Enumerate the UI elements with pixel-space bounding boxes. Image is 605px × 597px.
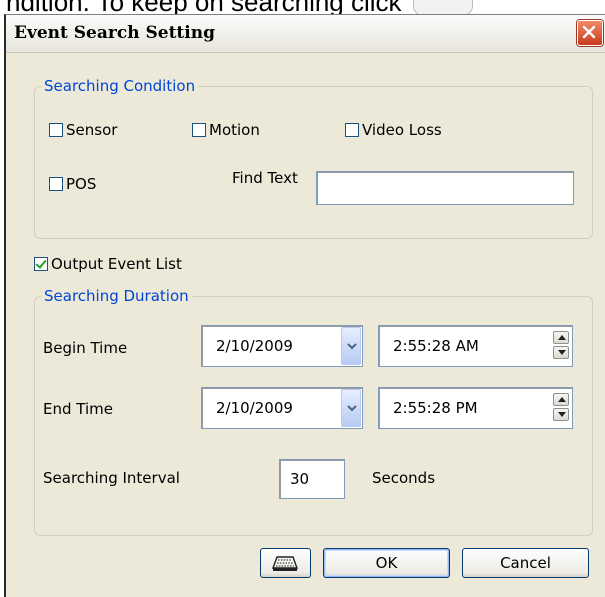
cancel-button[interactable]: Cancel [462, 548, 589, 578]
searching-interval-label: Searching Interval [43, 469, 180, 487]
seconds-label: Seconds [372, 469, 436, 487]
begin-time-label: Begin Time [43, 339, 128, 357]
begin-time-spinner [553, 329, 569, 363]
end-time-down-button[interactable] [553, 408, 569, 421]
spin-up-icon [558, 335, 566, 340]
sensor-checkbox[interactable] [49, 123, 63, 137]
title-bar: Event Search Setting [6, 15, 605, 53]
end-date-value: 2/10/2009 [216, 399, 293, 417]
begin-time-input[interactable]: 2:55:28 AM [378, 325, 573, 367]
searching-condition-group: Searching Condition [34, 77, 593, 239]
searching-duration-legend: Searching Duration [44, 287, 189, 305]
close-button[interactable] [577, 20, 603, 46]
begin-time-down-button[interactable] [553, 346, 569, 359]
output-event-list-label: Output Event List [51, 255, 182, 273]
end-time-label: End Time [43, 400, 113, 418]
begin-date-value: 2/10/2009 [216, 337, 293, 355]
end-time-spinner [553, 391, 569, 425]
dialog-title: Event Search Setting [14, 23, 215, 43]
pos-label: POS [66, 175, 97, 193]
motion-label: Motion [209, 121, 260, 139]
output-event-list-checkbox[interactable] [34, 257, 48, 271]
keyboard-icon [272, 556, 298, 571]
searching-interval-value: 30 [290, 470, 310, 488]
find-text-label: Find Text [232, 169, 298, 187]
begin-date-picker[interactable]: 2/10/2009 [201, 325, 363, 367]
chevron-down-icon [347, 405, 357, 412]
searching-interval-input[interactable]: 30 [279, 459, 345, 499]
begin-time-up-button[interactable] [553, 331, 569, 344]
begin-date-dropdown-button[interactable] [341, 327, 361, 365]
keyboard-button[interactable] [260, 548, 311, 578]
video-loss-checkbox[interactable] [345, 123, 359, 137]
searching-condition-legend: Searching Condition [44, 77, 196, 95]
motion-checkbox[interactable] [192, 123, 206, 137]
chevron-down-icon [347, 343, 357, 350]
video-loss-label: Video Loss [362, 121, 442, 139]
begin-time-value: 2:55:28 AM [393, 337, 479, 355]
spin-up-icon [558, 397, 566, 402]
end-time-input[interactable]: 2:55:28 PM [378, 387, 573, 429]
close-icon [582, 25, 596, 39]
pos-checkbox[interactable] [49, 177, 63, 191]
find-text-input[interactable] [316, 171, 574, 205]
end-date-dropdown-button[interactable] [341, 389, 361, 427]
end-date-picker[interactable]: 2/10/2009 [201, 387, 363, 429]
end-time-up-button[interactable] [553, 393, 569, 406]
spin-down-icon [558, 350, 566, 355]
event-search-setting-dialog: Event Search Setting Searching Condition… [4, 14, 605, 597]
ok-button[interactable]: OK [323, 548, 450, 578]
sensor-label: Sensor [66, 121, 118, 139]
end-time-value: 2:55:28 PM [393, 399, 478, 417]
spin-down-icon [558, 412, 566, 417]
